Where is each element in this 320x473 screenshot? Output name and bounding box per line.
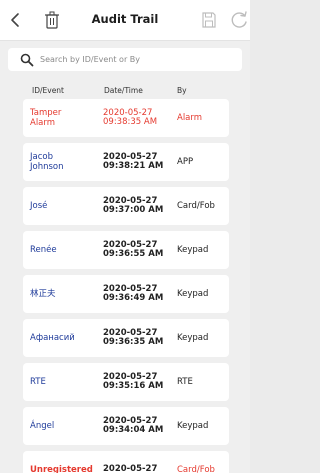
table-row[interactable]: Афанасий 2020-05-27 09:36:35 AM Keypad	[23, 319, 229, 357]
by-cell: Keypad	[177, 289, 209, 299]
time-text: 09:34:04 AM	[103, 425, 164, 435]
table-row[interactable]: Unregistered 2020-05-27 Card/Fob	[23, 451, 229, 473]
column-header-date-time: Date/Time	[104, 86, 143, 95]
time-text: 09:36:55 AM	[103, 249, 164, 259]
time-text: 09:37:00 AM	[103, 205, 164, 215]
column-header-id-event: ID/Event	[32, 86, 64, 95]
event-id-cell: RTE	[30, 377, 46, 387]
event-id-cell: Jacob Johnson	[30, 152, 64, 172]
date-time-cell: 2020-05-27 09:36:49 AM	[103, 275, 175, 313]
event-id-cell: Ángel	[30, 421, 55, 431]
date-time-cell: 2020-05-27	[103, 451, 175, 473]
audit-trail-screen: Audit Trail ID/Event Date/Time By Tamper…	[0, 0, 250, 473]
event-id-cell: 林正夫	[30, 289, 56, 299]
event-id-cell: Unregistered	[30, 465, 93, 473]
page-title: Audit Trail	[91, 12, 159, 26]
by-cell: APP	[177, 157, 194, 167]
header-bar: Audit Trail	[0, 0, 250, 41]
by-cell: Card/Fob	[177, 465, 215, 473]
trash-icon[interactable]	[44, 11, 60, 29]
table-row[interactable]: 林正夫 2020-05-27 09:36:49 AM Keypad	[23, 275, 229, 313]
audit-list: Tamper Alarm 2020-05-27 09:38:35 AM Alarm Ja…	[23, 99, 229, 473]
event-id-cell: José	[30, 201, 48, 211]
refresh-icon[interactable]	[230, 11, 250, 29]
date-time-cell: 2020-05-27 09:36:35 AM	[103, 319, 175, 357]
date-text: 2020-05-27	[103, 464, 158, 473]
table-row[interactable]: RTE 2020-05-27 09:35:16 AM RTE	[23, 363, 229, 401]
date-time-cell: 2020-05-27 09:34:04 AM	[103, 407, 175, 445]
search-input[interactable]	[40, 48, 236, 71]
by-cell: Keypad	[177, 333, 209, 343]
time-text: 09:38:21 AM	[103, 161, 164, 171]
by-cell: Keypad	[177, 421, 209, 431]
column-header-by: By	[177, 86, 187, 95]
table-row[interactable]: Jacob Johnson 2020-05-27 09:38:21 AM APP	[23, 143, 229, 181]
time-text: 09:38:35 AM	[103, 117, 158, 127]
date-time-cell: 2020-05-27 09:37:00 AM	[103, 187, 175, 225]
time-text: 09:36:35 AM	[103, 337, 164, 347]
table-row[interactable]: José 2020-05-27 09:37:00 AM Card/Fob	[23, 187, 229, 225]
event-id-cell: Tamper Alarm	[30, 108, 62, 128]
by-cell: Keypad	[177, 245, 209, 255]
date-time-cell: 2020-05-27 09:35:16 AM	[103, 363, 175, 401]
search-icon	[20, 53, 34, 67]
time-text: 09:35:16 AM	[103, 381, 164, 391]
date-time-cell: 2020-05-27 09:38:35 AM	[103, 99, 175, 137]
by-cell: RTE	[177, 377, 193, 387]
back-icon[interactable]	[8, 12, 24, 28]
time-text: 09:36:49 AM	[103, 293, 164, 303]
event-id-cell: Renée	[30, 245, 57, 255]
date-time-cell: 2020-05-27 09:36:55 AM	[103, 231, 175, 269]
by-cell: Card/Fob	[177, 201, 215, 211]
table-row[interactable]: Tamper Alarm 2020-05-27 09:38:35 AM Alarm	[23, 99, 229, 137]
date-time-cell: 2020-05-27 09:38:21 AM	[103, 143, 175, 181]
save-icon[interactable]	[201, 11, 217, 29]
table-row[interactable]: Ángel 2020-05-27 09:34:04 AM Keypad	[23, 407, 229, 445]
event-id-cell: Афанасий	[30, 333, 75, 343]
by-cell: Alarm	[177, 113, 203, 123]
table-row[interactable]: Renée 2020-05-27 09:36:55 AM Keypad	[23, 231, 229, 269]
